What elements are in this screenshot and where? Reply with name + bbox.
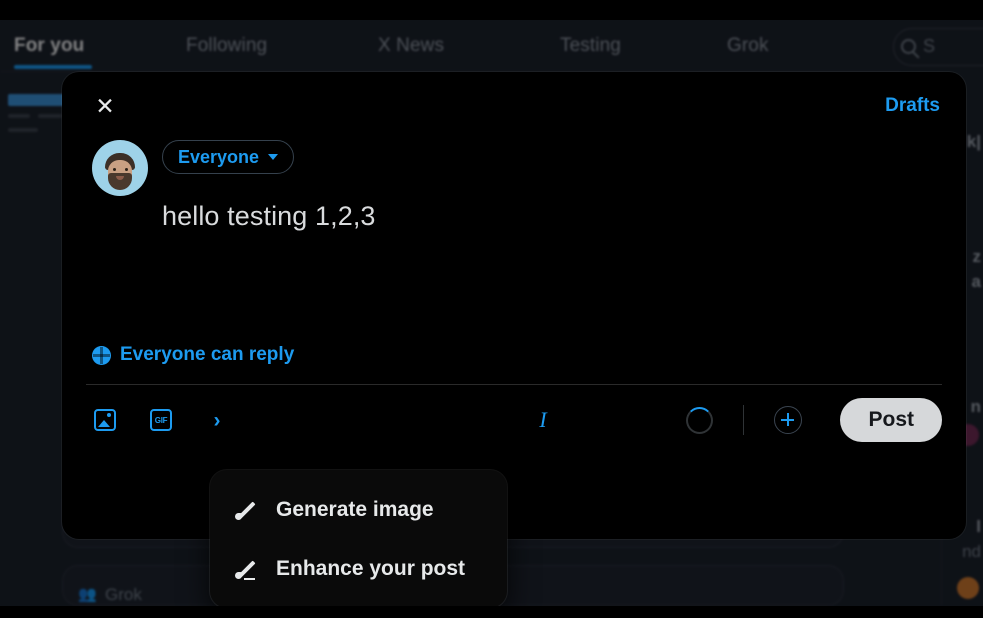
- italic-icon-label: I: [539, 407, 547, 432]
- image-icon[interactable]: [90, 405, 120, 435]
- avatar-eye-right: [125, 168, 128, 171]
- paintbrush-icon: [234, 498, 258, 522]
- grok-popup-menu: Generate image Enhance your post: [210, 470, 507, 608]
- compose-toolbar: GIF › I Post: [62, 385, 966, 455]
- gif-icon[interactable]: GIF: [146, 405, 176, 435]
- compose-textarea[interactable]: hello testing 1,2,3: [162, 200, 938, 320]
- post-button[interactable]: Post: [840, 398, 942, 442]
- add-post-button[interactable]: [774, 406, 803, 434]
- letterbox-bottom: [0, 606, 983, 618]
- avatar[interactable]: [92, 140, 148, 196]
- avatar-eye-left: [113, 168, 116, 171]
- compose-right-column: Everyone hello testing 1,2,3: [162, 140, 938, 320]
- gif-icon-label: GIF: [150, 409, 172, 431]
- letterbox-top: [0, 0, 983, 20]
- compose-modal-header: ✕ Drafts: [62, 72, 966, 140]
- grok-icon[interactable]: ›: [202, 405, 232, 435]
- italic-icon[interactable]: I: [528, 405, 558, 435]
- grok-icon-label: ›: [213, 408, 221, 432]
- compose-area: Everyone hello testing 1,2,3: [62, 140, 966, 320]
- menu-item-enhance-post-label: Enhance your post: [276, 556, 466, 580]
- reply-settings-row[interactable]: Everyone can reply: [62, 344, 966, 366]
- toolbar-vertical-divider: [743, 405, 745, 435]
- drafts-link[interactable]: Drafts: [885, 95, 940, 117]
- reply-settings-label: Everyone can reply: [120, 344, 295, 365]
- menu-item-generate-image-label: Generate image: [276, 497, 434, 521]
- pencil-icon: [234, 557, 258, 581]
- compose-modal: ✕ Drafts Everyone hello testing 1,2,3 Ev…: [62, 72, 966, 539]
- app-root: For you Following X News Testing Grok S …: [0, 0, 983, 618]
- chevron-down-icon: [268, 154, 279, 160]
- menu-item-generate-image[interactable]: Generate image: [210, 480, 507, 539]
- audience-selector[interactable]: Everyone: [162, 140, 295, 174]
- audience-label: Everyone: [178, 146, 260, 167]
- menu-item-enhance-post[interactable]: Enhance your post: [210, 539, 507, 598]
- character-count-ring: [686, 406, 714, 434]
- globe-icon: [92, 345, 111, 365]
- close-icon[interactable]: ✕: [90, 91, 120, 121]
